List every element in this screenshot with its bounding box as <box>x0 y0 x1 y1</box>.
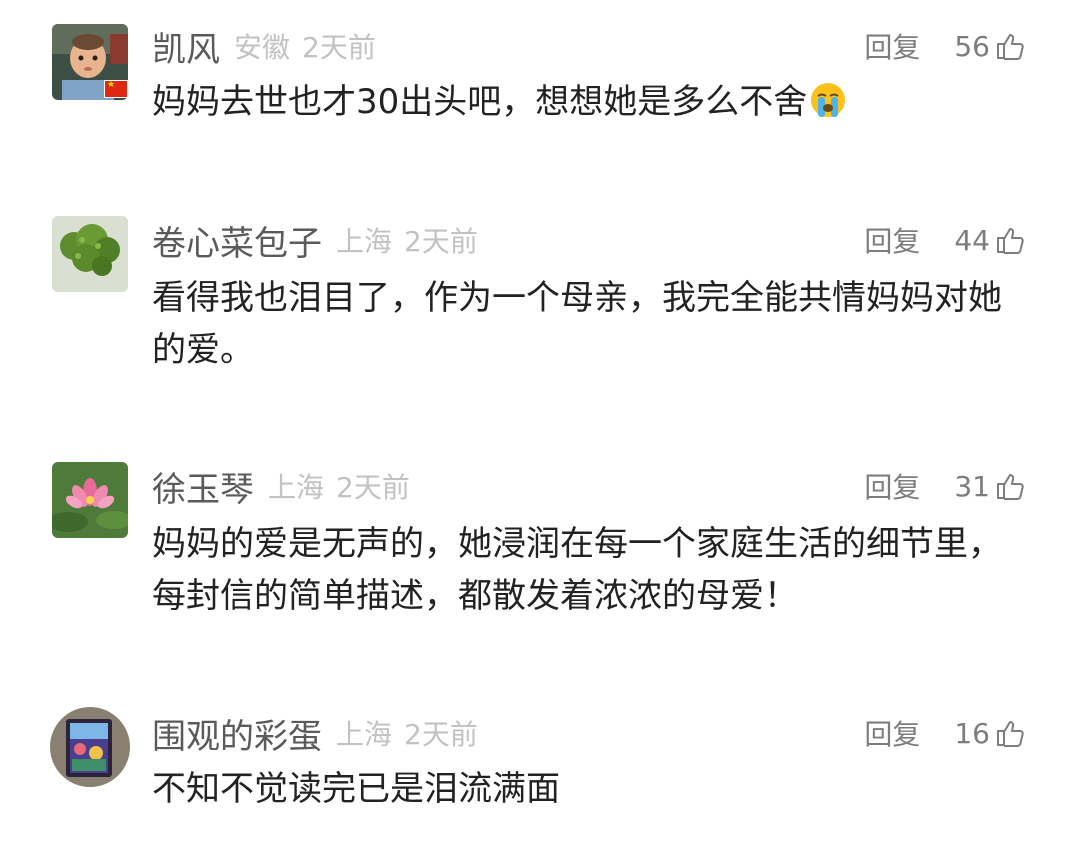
comment-actions: 回复 56 <box>864 18 1026 74</box>
painting-avatar-icon <box>50 707 130 787</box>
thumbs-up-icon <box>997 721 1024 747</box>
like-count: 31 <box>954 469 990 503</box>
thumbs-up-icon <box>997 34 1024 60</box>
thumbs-up-icon <box>997 474 1024 500</box>
like-count: 44 <box>954 223 990 257</box>
crying-face-icon <box>811 83 846 117</box>
china-flag-icon <box>104 79 128 98</box>
like-count: 56 <box>954 29 990 63</box>
user-avatar[interactable] <box>52 216 128 292</box>
author-region: 安徽 <box>234 31 291 64</box>
author-region: 上海 <box>336 225 393 258</box>
comment-text: 看得我也泪目了，作为一个母亲，我完全能共情妈妈对她的爱。 <box>152 278 1002 370</box>
comment-meta: 徐玉琴 上海 2天前 <box>152 458 410 514</box>
comment-item: 徐玉琴 上海 2天前 回复 31 妈妈的爱是无声的，她浸润在每一个家庭生活的细节… <box>0 458 1080 638</box>
broccoli-avatar-icon <box>52 216 128 292</box>
comment-time: 2天前 <box>404 718 478 751</box>
author-name[interactable]: 围观的彩蛋 <box>152 709 322 758</box>
like-count: 16 <box>954 716 990 750</box>
reply-button[interactable]: 回复 <box>864 713 920 753</box>
like-button[interactable]: 16 <box>954 717 1026 750</box>
user-avatar[interactable] <box>52 462 128 538</box>
like-button[interactable]: 56 <box>954 30 1026 63</box>
reply-button[interactable]: 回复 <box>864 220 920 260</box>
comment-time: 2天前 <box>302 31 376 64</box>
comment-text: 妈妈去世也才30出头吧，想想她是多么不舍 <box>152 76 1032 128</box>
author-region: 上海 <box>268 471 325 504</box>
comment-item: 卷心菜包子 上海 2天前 回复 44 看得我也泪目了，作为一个母亲，我完全能共情… <box>0 212 1080 392</box>
comment-actions: 回复 16 <box>864 705 1026 761</box>
comment-text: 妈妈的爱是无声的，她浸润在每一个家庭生活的细节里，每封信的简单描述，都散发着浓浓… <box>152 524 1002 616</box>
author-name[interactable]: 卷心菜包子 <box>152 216 322 265</box>
author-region: 上海 <box>336 718 393 751</box>
author-name[interactable]: 徐玉琴 <box>152 462 254 511</box>
reply-button[interactable]: 回复 <box>864 26 920 66</box>
comment-meta: 卷心菜包子 上海 2天前 <box>152 212 478 268</box>
like-button[interactable]: 31 <box>954 470 1026 503</box>
comment-actions: 回复 31 <box>864 458 1026 514</box>
comment-item: 围观的彩蛋 上海 2天前 回复 16 不知不觉读完已是泪流满面 <box>0 705 1080 825</box>
comment-meta: 围观的彩蛋 上海 2天前 <box>152 705 478 761</box>
comment-item: 凯风 安徽 2天前 回复 56 妈妈去世也才30出头吧，想想她是多么不舍 <box>0 18 1080 158</box>
comment-text-content: 妈妈去世也才30出头吧，想想她是多么不舍 <box>152 82 808 122</box>
author-name[interactable]: 凯风 <box>152 22 220 71</box>
comment-meta: 凯风 安徽 2天前 <box>152 18 376 74</box>
comment-time: 2天前 <box>404 225 478 258</box>
lotus-flower-avatar-icon <box>52 462 128 538</box>
thumbs-up-icon <box>997 228 1024 254</box>
reply-button[interactable]: 回复 <box>864 466 920 506</box>
comment-time: 2天前 <box>336 471 410 504</box>
user-avatar[interactable] <box>50 707 130 787</box>
comment-actions: 回复 44 <box>864 212 1026 268</box>
like-button[interactable]: 44 <box>954 224 1026 257</box>
comment-text: 不知不觉读完已是泪流满面 <box>152 769 560 809</box>
